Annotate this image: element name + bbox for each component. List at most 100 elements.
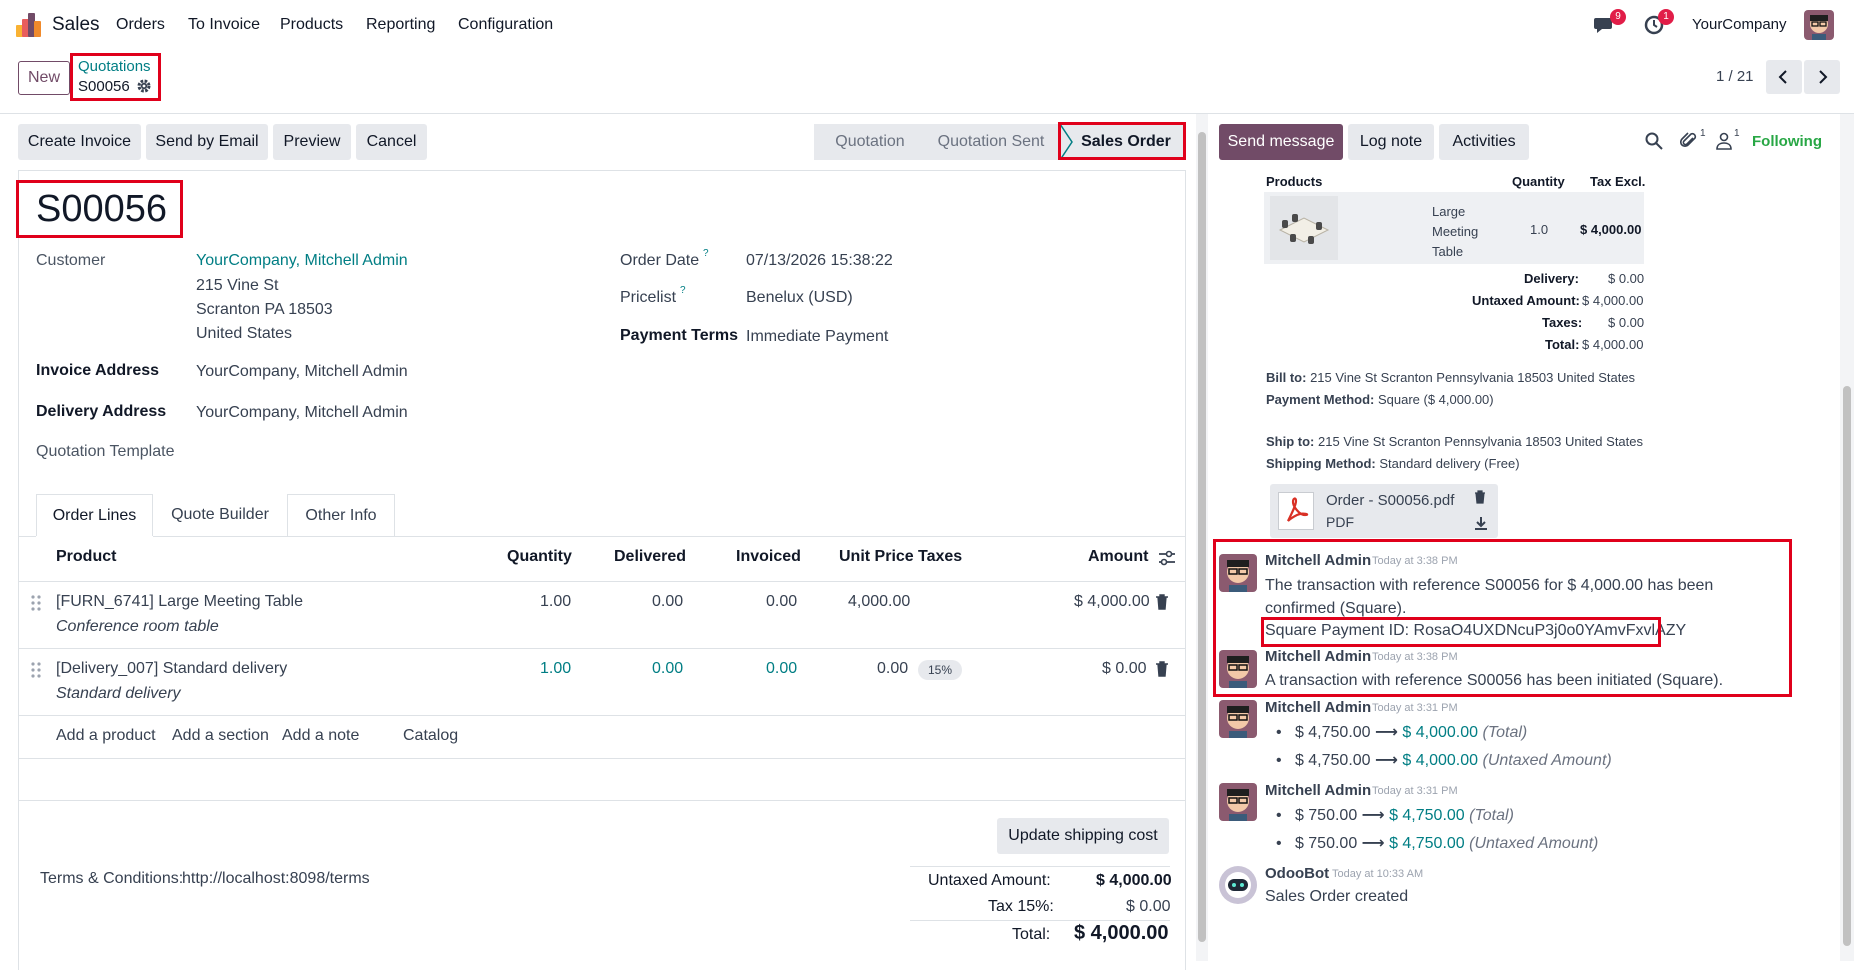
menu-to-invoice[interactable]: To Invoice <box>188 16 260 34</box>
col-amount[interactable]: Amount <box>1088 548 1148 566</box>
catalog-link[interactable]: Catalog <box>403 727 458 745</box>
terms-link[interactable]: http://localhost:8098/terms <box>182 870 370 888</box>
send-message-button[interactable]: Send message <box>1219 124 1343 160</box>
row-invoiced[interactable]: 0.00 <box>766 660 797 678</box>
form-scrollbar[interactable] <box>1196 114 1208 961</box>
row-description[interactable]: Conference room table <box>56 618 219 636</box>
send-by-email-button[interactable]: Send by Email <box>146 124 268 160</box>
message-author[interactable]: Mitchell Admin <box>1265 552 1371 569</box>
order-date-value[interactable]: 07/13/2026 15:38:22 <box>746 252 893 270</box>
order-date-help-icon[interactable]: ? <box>703 248 709 259</box>
row-product[interactable]: [Delivery_007] Standard delivery <box>56 660 287 678</box>
payment-terms-value[interactable]: Immediate Payment <box>746 328 888 346</box>
pricelist-help-icon[interactable]: ? <box>680 285 686 296</box>
attachment-download-icon[interactable] <box>1474 516 1488 530</box>
total-divider <box>910 920 1170 921</box>
add-section-link[interactable]: Add a section <box>172 727 269 745</box>
row-delivered[interactable]: 0.00 <box>652 593 683 611</box>
odoobot-avatar[interactable] <box>1219 866 1257 904</box>
sales-app-logo-icon[interactable] <box>16 13 42 37</box>
log-note-button[interactable]: Log note <box>1348 124 1434 160</box>
create-invoice-button[interactable]: Create Invoice <box>18 124 141 160</box>
activities-badge: 1 <box>1658 9 1674 25</box>
trash-icon[interactable] <box>1155 594 1169 610</box>
add-product-link[interactable]: Add a product <box>56 727 156 745</box>
tab-other-info[interactable]: Other Info <box>287 494 395 536</box>
followers-icon[interactable] <box>1716 132 1732 150</box>
product-image <box>1270 196 1338 260</box>
attachment-card[interactable]: Order - S00056.pdf PDF <box>1270 484 1498 538</box>
new-button[interactable]: New <box>18 61 70 95</box>
col-invoiced[interactable]: Invoiced <box>736 548 801 566</box>
tax-badge[interactable]: 15% <box>918 660 963 680</box>
row-delivered[interactable]: 0.00 <box>652 660 683 678</box>
avatar[interactable] <box>1219 700 1257 738</box>
pager-previous-button[interactable] <box>1766 60 1802 94</box>
following-button[interactable]: Following <box>1752 133 1822 150</box>
pdf-icon <box>1278 492 1314 530</box>
row-product[interactable]: [FURN_6741] Large Meeting Table <box>56 593 303 611</box>
menu-reporting[interactable]: Reporting <box>366 16 435 34</box>
gear-icon[interactable] <box>136 78 152 94</box>
chatter-scrollbar[interactable] <box>1840 114 1854 961</box>
activity-clock-icon[interactable]: 1 <box>1644 9 1674 35</box>
add-note-link[interactable]: Add a note <box>282 727 359 745</box>
pricelist-value[interactable]: Benelux (USD) <box>746 289 853 307</box>
message-author[interactable]: Mitchell Admin <box>1265 648 1371 665</box>
cancel-button[interactable]: Cancel <box>356 124 427 160</box>
row-quantity[interactable]: 1.00 <box>540 593 571 611</box>
attachment-delete-icon[interactable] <box>1474 490 1486 504</box>
drag-handle-icon[interactable] <box>31 662 41 678</box>
row-invoiced[interactable]: 0.00 <box>766 593 797 611</box>
row-unit-price[interactable]: 0.00 <box>877 660 908 678</box>
company-name[interactable]: YourCompany <box>1692 16 1787 33</box>
col-delivered[interactable]: Delivered <box>614 548 686 566</box>
status-quotation[interactable]: Quotation <box>814 124 926 160</box>
col-product[interactable]: Product <box>56 548 116 566</box>
tab-order-lines[interactable]: Order Lines <box>36 494 153 536</box>
breadcrumb-current: S00056 <box>78 78 130 95</box>
update-shipping-button[interactable]: Update shipping cost <box>997 818 1169 854</box>
tab-quote-builder[interactable]: Quote Builder <box>153 494 287 536</box>
trash-icon[interactable] <box>1155 661 1169 677</box>
menu-products[interactable]: Products <box>280 16 343 34</box>
avatar[interactable] <box>1219 554 1257 592</box>
column-settings-icon[interactable] <box>1158 550 1176 566</box>
customer-label: Customer <box>36 252 106 269</box>
breadcrumb-quotations[interactable]: Quotations <box>78 58 151 75</box>
paperclip-icon[interactable] <box>1680 132 1698 150</box>
invoice-address-value[interactable]: YourCompany, Mitchell Admin <box>196 363 408 381</box>
email-shipping-method-label: Shipping Method: <box>1266 456 1376 471</box>
status-quotation-sent[interactable]: Quotation Sent <box>926 124 1056 160</box>
col-unit-price[interactable]: Unit Price <box>839 548 914 566</box>
search-icon[interactable] <box>1645 132 1663 150</box>
avatar[interactable] <box>1219 650 1257 688</box>
message-author[interactable]: Mitchell Admin <box>1265 782 1371 799</box>
delivery-address-value[interactable]: YourCompany, Mitchell Admin <box>196 404 408 422</box>
col-taxes[interactable]: Taxes <box>918 548 962 566</box>
messages-icon[interactable]: 9 <box>1594 9 1626 35</box>
row-amount: $ 0.00 <box>1102 660 1147 677</box>
customer-link[interactable]: YourCompany, Mitchell Admin <box>196 252 408 270</box>
pager-next-button[interactable] <box>1804 60 1840 94</box>
avatar[interactable] <box>1219 783 1257 821</box>
menu-orders[interactable]: Orders <box>116 16 165 34</box>
row-quantity[interactable]: 1.00 <box>540 660 571 678</box>
user-avatar[interactable] <box>1804 10 1834 40</box>
activities-button[interactable]: Activities <box>1439 124 1529 160</box>
row-unit-price[interactable]: 4,000.00 <box>848 593 910 611</box>
chatter-scrollbar-thumb[interactable] <box>1843 386 1851 946</box>
status-sales-order[interactable]: Sales Order <box>1068 124 1184 160</box>
drag-handle-icon[interactable] <box>31 595 41 611</box>
message-author[interactable]: OdooBot <box>1265 865 1329 882</box>
message-author[interactable]: Mitchell Admin <box>1265 699 1371 716</box>
col-quantity[interactable]: Quantity <box>507 548 572 566</box>
menu-configuration[interactable]: Configuration <box>458 16 553 34</box>
app-name[interactable]: Sales <box>52 14 100 36</box>
pager-value[interactable]: 1 / 21 <box>1716 68 1754 85</box>
row-description[interactable]: Standard delivery <box>56 685 181 703</box>
old-value: $ 750.00 <box>1294 807 1358 824</box>
form-scrollbar-thumb[interactable] <box>1198 132 1206 942</box>
email-untaxed-value: $ 4,000.00 <box>1582 293 1644 308</box>
preview-button[interactable]: Preview <box>273 124 351 160</box>
